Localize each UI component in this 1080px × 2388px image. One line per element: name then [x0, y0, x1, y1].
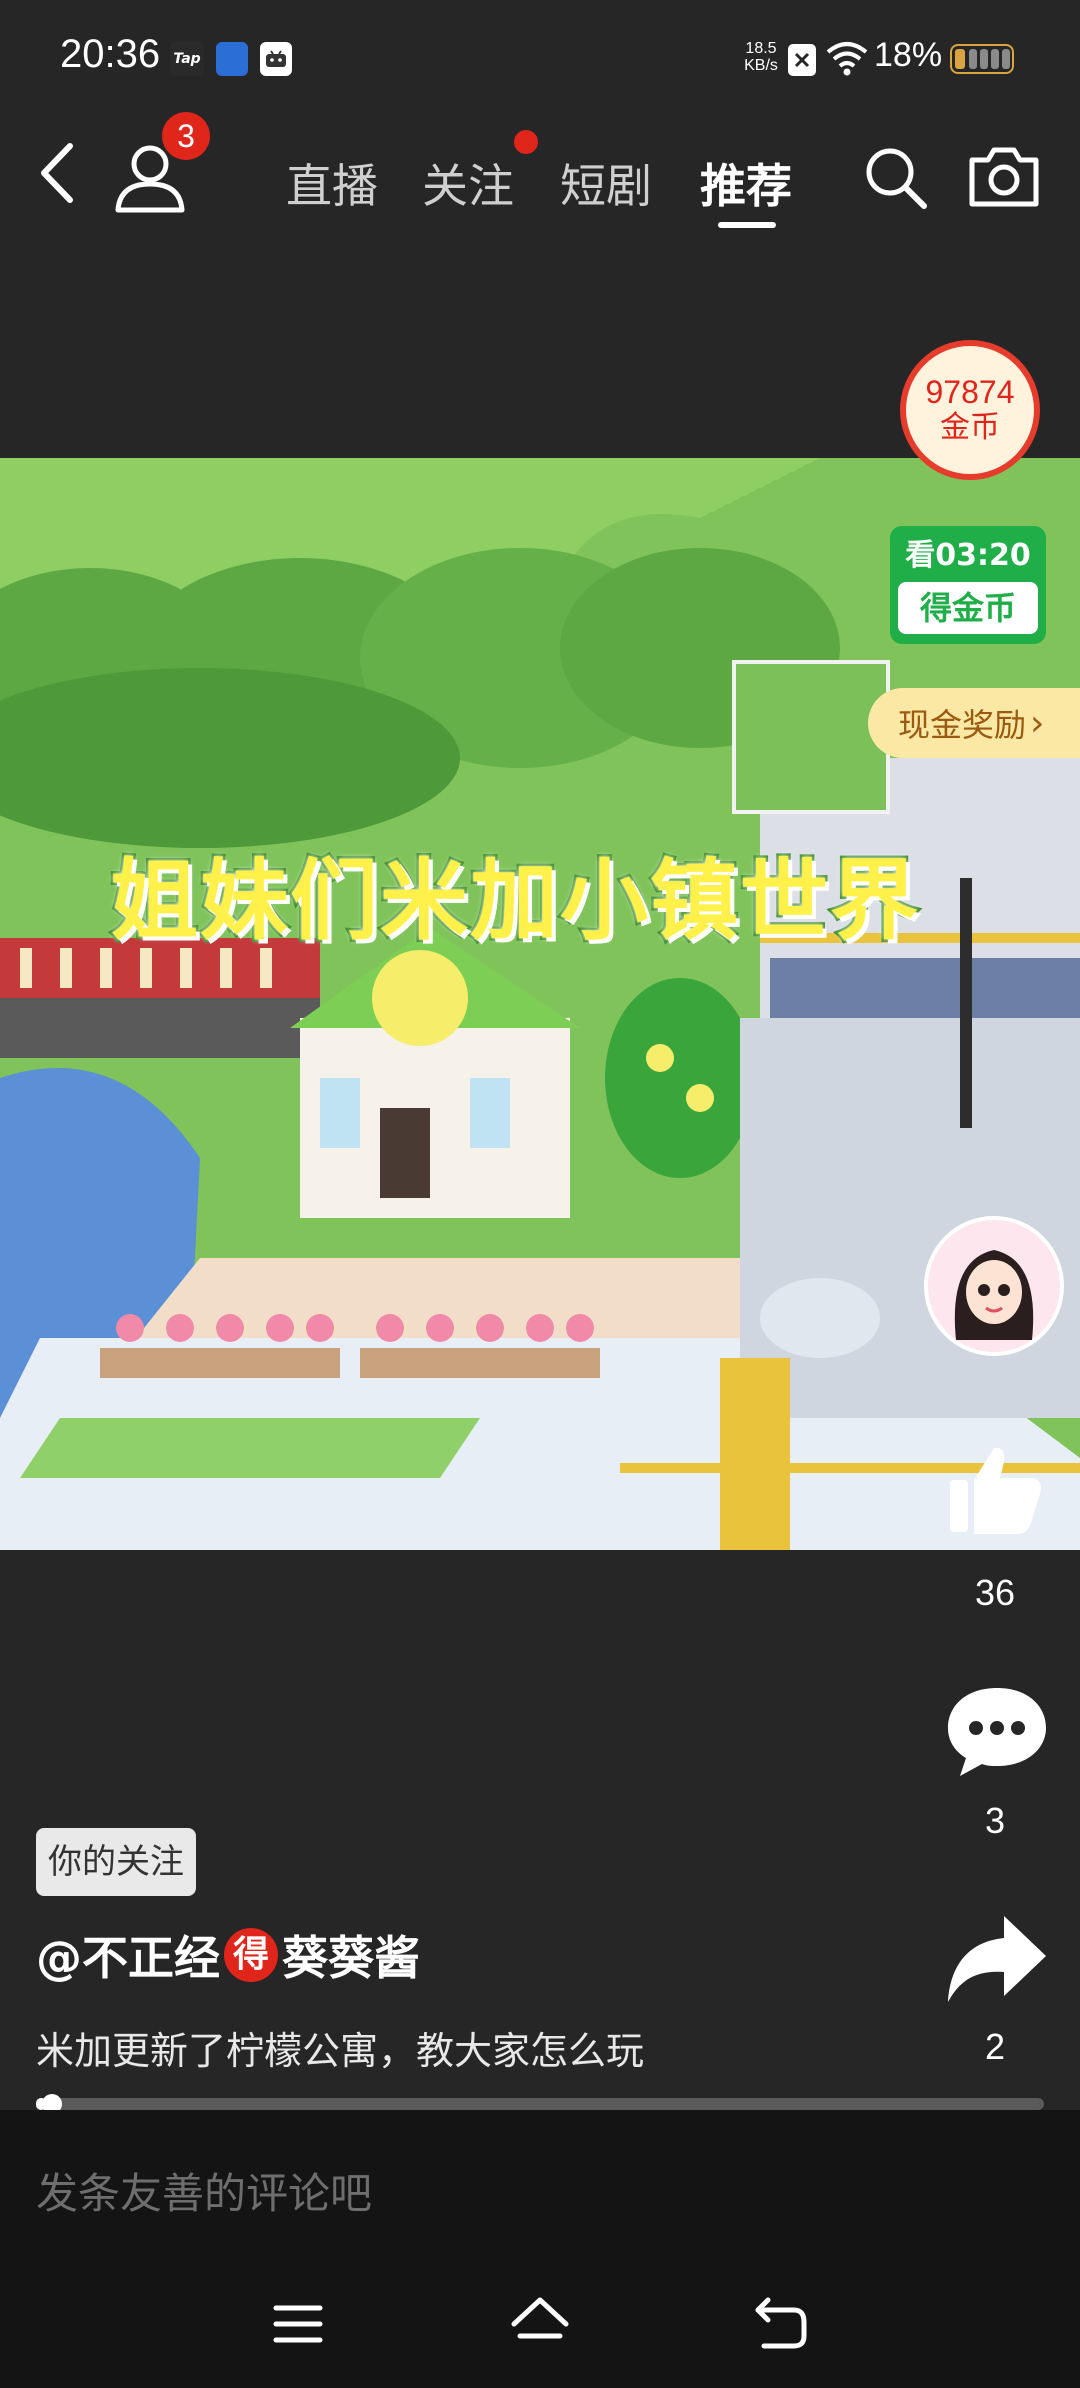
earn-coins-label: 得金币 — [898, 582, 1038, 634]
battery-icon — [950, 44, 1014, 74]
cash-reward-button[interactable]: 现金奖励 › — [868, 688, 1080, 758]
avatar-image — [954, 1250, 1034, 1340]
tab-following[interactable]: 关注 — [422, 150, 514, 216]
share-arrow-icon — [948, 1916, 1046, 2002]
author-avatar[interactable] — [924, 1216, 1064, 1356]
comment-button[interactable] — [942, 1680, 1052, 1780]
comment-icon — [948, 1688, 1046, 1776]
menu-button[interactable] — [270, 2296, 330, 2352]
notification-app-icon — [216, 42, 248, 76]
profile-badge: 3 — [162, 112, 210, 160]
back-icon — [41, 143, 73, 203]
follow-tag: 你的关注 — [36, 1828, 196, 1896]
back-button[interactable] — [30, 138, 90, 208]
menu-icon — [273, 2305, 323, 2343]
back-nav-button[interactable] — [750, 2294, 810, 2354]
author-name-prefix: @不正经 — [36, 1931, 220, 1985]
author-name[interactable]: @不正经 得 葵葵酱 — [36, 1922, 420, 1988]
comment-input-bar[interactable]: 发条友善的评论吧 — [0, 2110, 1080, 2260]
watch-for-coins-button[interactable]: 看03:20 得金币 — [890, 526, 1046, 644]
post-caption: 米加更新了柠檬公寓，教大家怎么玩 — [36, 2029, 645, 2073]
video-progress-track[interactable] — [36, 2094, 1044, 2114]
camera-icon — [969, 147, 1039, 207]
wifi-icon — [826, 40, 868, 80]
coin-unit: 金币 — [940, 410, 1000, 445]
return-icon — [755, 2297, 807, 2349]
bilibili-app-icon — [260, 42, 292, 76]
system-nav-bar — [0, 2260, 1080, 2388]
coin-counter[interactable]: 97874 金币 — [900, 340, 1040, 480]
search-button[interactable] — [862, 144, 930, 212]
watch-timer: 看03:20 — [905, 538, 1031, 573]
net-speed-unit: KB/s — [744, 57, 778, 74]
status-time: 20:36 — [60, 32, 161, 76]
video-overlay-title: 姐妹们米加小镇世界 — [108, 847, 921, 955]
active-tab-indicator — [718, 222, 776, 228]
home-icon — [511, 2297, 569, 2339]
comment-input[interactable]: 发条友善的评论吧 — [36, 2160, 372, 2221]
tab-recommended[interactable]: 推荐 — [700, 150, 792, 216]
camera-button[interactable] — [966, 142, 1042, 212]
net-speed-value: 18.5 — [745, 40, 777, 57]
coin-amount: 97874 — [925, 374, 1015, 410]
tap-app-icon: Tap — [170, 42, 204, 76]
like-button[interactable] — [940, 1440, 1050, 1540]
battery-percent: 18% — [874, 36, 943, 74]
share-button[interactable] — [942, 1908, 1052, 2008]
chevron-right-icon: › — [1030, 702, 1045, 744]
tab-short-drama[interactable]: 短剧 — [560, 150, 652, 216]
author-badge: 得 — [224, 1928, 278, 1982]
following-dot — [514, 130, 538, 154]
search-icon — [866, 148, 927, 209]
comment-count: 3 — [984, 1800, 1006, 1841]
thumbs-up-icon — [950, 1447, 1041, 1534]
net-speed: 18.5 KB/s — [736, 40, 786, 74]
home-button[interactable] — [508, 2294, 572, 2354]
top-nav: 3 直播 关注 短剧 推荐 — [0, 110, 1080, 240]
like-count: 36 — [974, 1572, 1016, 1613]
sim-off-icon — [788, 44, 816, 76]
status-bar: 20:36 Tap 18.5 KB/s 18% — [0, 0, 1080, 110]
tab-live[interactable]: 直播 — [286, 150, 378, 216]
share-count: 2 — [984, 2026, 1006, 2067]
cash-reward-label: 现金奖励 — [898, 706, 1027, 744]
author-name-suffix: 葵葵酱 — [282, 1931, 420, 1985]
